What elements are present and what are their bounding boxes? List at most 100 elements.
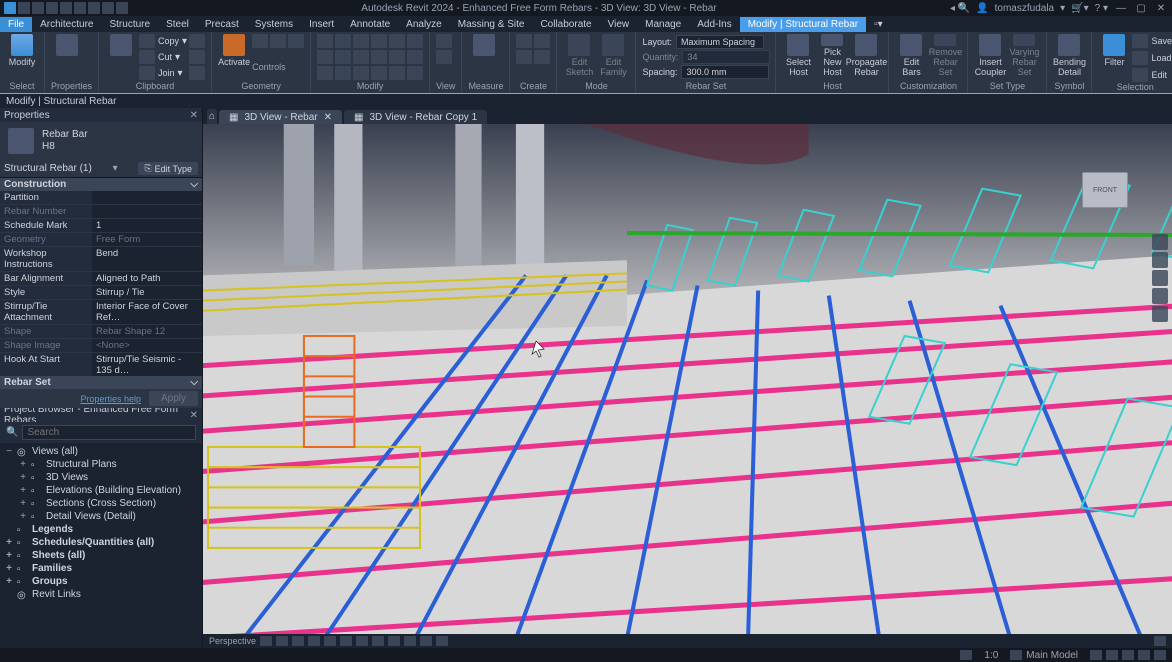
user-name[interactable]: tomaszfudala — [995, 3, 1054, 14]
prop-val[interactable]: Interior Face of Cover Ref… — [92, 300, 202, 324]
vcb-lock-icon[interactable] — [388, 636, 400, 646]
qat-measure[interactable] — [102, 2, 114, 14]
prop-val[interactable]: Aligned to Path — [92, 272, 202, 285]
qat-dropdown[interactable] — [116, 2, 128, 14]
menu-annotate[interactable]: Annotate — [342, 17, 398, 32]
edit-sketch-button[interactable]: Edit Sketch — [563, 34, 595, 78]
m11[interactable] — [389, 50, 405, 64]
prop-row-bar-alignment[interactable]: Bar AlignmentAligned to Path — [0, 272, 202, 286]
vcb-sun-icon[interactable] — [308, 636, 320, 646]
expand-icon[interactable]: + — [4, 563, 14, 574]
user-dropdown-icon[interactable]: ▾ — [1060, 3, 1065, 14]
nav-pan-icon[interactable] — [1152, 270, 1168, 286]
qat-undo[interactable] — [60, 2, 72, 14]
expand-icon[interactable]: + — [18, 498, 28, 509]
tree-families[interactable]: +▫Families — [0, 562, 202, 575]
status-model-icon[interactable] — [1010, 650, 1022, 660]
menu-manage[interactable]: Manage — [637, 17, 689, 32]
minimize-button[interactable]: — — [1114, 2, 1128, 14]
m10[interactable] — [371, 50, 387, 64]
prop-val[interactable] — [92, 205, 202, 218]
revit-logo[interactable] — [4, 2, 16, 14]
select-host-button[interactable]: Select Host — [782, 34, 814, 78]
edit-sel-icon[interactable] — [1132, 68, 1148, 82]
m9[interactable] — [353, 50, 369, 64]
prop-row-hook-at-start[interactable]: Hook At StartStirrup/Tie Seismic - 135 d… — [0, 353, 202, 376]
prop-val[interactable] — [92, 191, 202, 204]
view-a[interactable] — [436, 34, 452, 48]
prop-val[interactable]: Stirrup/Tie Seismic - 135 d… — [92, 353, 202, 376]
cut-icon[interactable] — [139, 34, 155, 48]
vcb-style-icon[interactable] — [292, 636, 304, 646]
bending-detail-button[interactable]: Bending Detail — [1053, 34, 1085, 78]
m3[interactable] — [353, 34, 369, 48]
edit-bars-button[interactable]: Edit Bars — [895, 34, 927, 78]
start-tab[interactable]: ⌂ — [207, 109, 217, 124]
maximize-button[interactable]: ▢ — [1134, 2, 1148, 14]
cut-label[interactable]: Cut — [158, 52, 172, 62]
menu-view[interactable]: View — [600, 17, 638, 32]
geo-a[interactable] — [252, 34, 268, 48]
m12[interactable] — [407, 50, 423, 64]
geo-c[interactable] — [288, 34, 304, 48]
tree--d-views[interactable]: +▫3D Views — [0, 471, 202, 484]
expand-icon[interactable]: + — [18, 459, 28, 470]
paste-button[interactable] — [105, 34, 137, 78]
save-sel-icon[interactable] — [1132, 34, 1148, 48]
vcb-temp-icon[interactable] — [404, 636, 416, 646]
expand-icon[interactable]: + — [4, 550, 14, 561]
vcb-right-icon[interactable] — [1154, 636, 1166, 646]
expand-icon[interactable]: + — [4, 576, 14, 587]
nav-zoom-icon[interactable] — [1152, 288, 1168, 304]
search-icon[interactable]: ◂ 🔍 — [950, 3, 970, 14]
sel-filter-e[interactable] — [1154, 650, 1166, 660]
layout-input[interactable] — [676, 35, 764, 49]
copy-label[interactable]: Copy — [158, 36, 179, 46]
prop-row-stirrup-tie-attachment[interactable]: Stirrup/Tie AttachmentInterior Face of C… — [0, 300, 202, 325]
prop-row-geometry[interactable]: GeometryFree Form — [0, 233, 202, 247]
properties-button[interactable] — [51, 34, 83, 78]
remove-rebar-button[interactable]: Remove Rebar Set — [929, 34, 961, 78]
browser-search-input[interactable] — [22, 425, 196, 440]
menu-insert[interactable]: Insert — [301, 17, 342, 32]
activate-button[interactable]: Activate — [218, 34, 250, 78]
sel-filter-a[interactable] — [1090, 650, 1102, 660]
tree-revit-links[interactable]: ◎Revit Links — [0, 588, 202, 601]
m2[interactable] — [335, 34, 351, 48]
menu-massing-site[interactable]: Massing & Site — [450, 17, 533, 32]
menu-systems[interactable]: Systems — [247, 17, 301, 32]
nav-wheel-icon[interactable] — [1152, 252, 1168, 268]
filter-button[interactable]: Filter — [1098, 34, 1130, 78]
view-b[interactable] — [436, 50, 452, 64]
join-icon[interactable] — [139, 66, 155, 80]
tree-sheets-all-[interactable]: +▫Sheets (all) — [0, 549, 202, 562]
prop-val[interactable]: Bend — [92, 247, 202, 271]
view-cube[interactable]: FRONT — [1082, 172, 1128, 208]
vcb-render-icon[interactable] — [340, 636, 352, 646]
geo-b[interactable] — [270, 34, 286, 48]
view-tab-active[interactable]: ▦3D View - Rebar✕ — [219, 110, 342, 124]
prop-val[interactable]: <None> — [92, 339, 202, 352]
nav-orbit-icon[interactable] — [1152, 306, 1168, 322]
menu-structure[interactable]: Structure — [101, 17, 158, 32]
menu-analyze[interactable]: Analyze — [398, 17, 450, 32]
clip-c[interactable] — [189, 66, 205, 80]
edit-type-button[interactable]: ⎘Edit Type — [138, 162, 198, 175]
prop-row-shape-image[interactable]: Shape Image<None> — [0, 339, 202, 353]
tree-schedules-quantities-all-[interactable]: +▫Schedules/Quantities (all) — [0, 536, 202, 549]
menu-file[interactable]: File — [0, 17, 32, 32]
vcb-more-icon[interactable] — [436, 636, 448, 646]
cart-icon[interactable]: 🛒▾ — [1071, 3, 1088, 14]
tree-legends[interactable]: ▫Legends — [0, 523, 202, 536]
qat-open[interactable] — [18, 2, 30, 14]
load-sel-icon[interactable] — [1132, 51, 1148, 65]
status-main-model[interactable]: Main Model — [1026, 650, 1078, 661]
m5[interactable] — [389, 34, 405, 48]
save-sel[interactable]: Save — [1151, 36, 1172, 46]
load-sel[interactable]: Load — [1151, 53, 1171, 63]
vcb-crop-icon[interactable] — [356, 636, 368, 646]
m16[interactable] — [371, 66, 387, 80]
m14[interactable] — [335, 66, 351, 80]
spacing-input[interactable] — [681, 65, 769, 79]
cr-b[interactable] — [534, 34, 550, 48]
